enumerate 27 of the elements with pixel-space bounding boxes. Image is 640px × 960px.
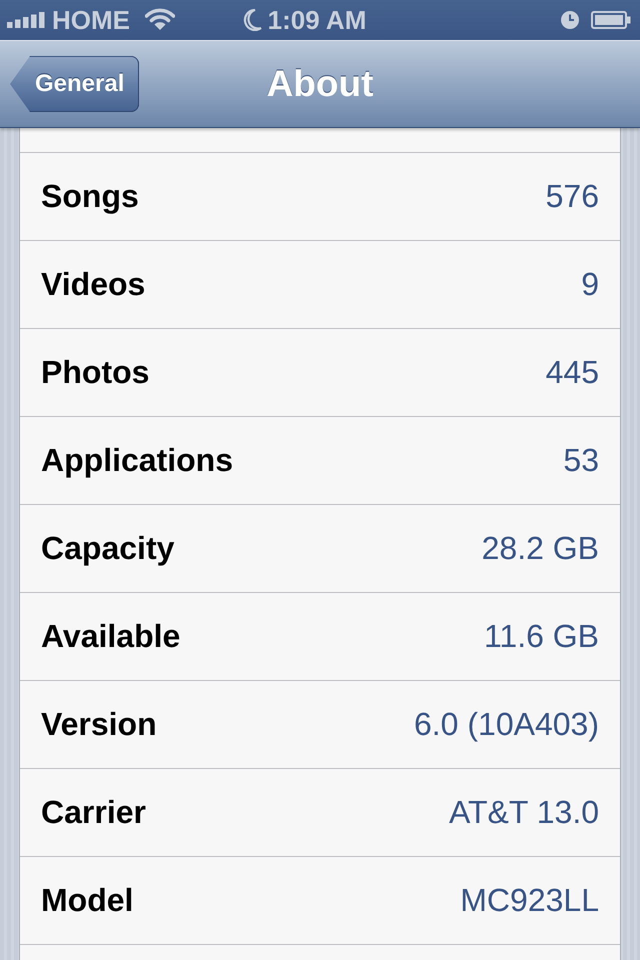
row-label: Videos (41, 266, 146, 303)
row-value: 9 (581, 266, 599, 303)
row-label: Photos (41, 354, 150, 391)
row-value: 11.6 GB (484, 618, 599, 655)
row-label: Applications (41, 442, 234, 479)
row-value: 576 (546, 178, 599, 215)
row-label: Available (41, 618, 180, 655)
row-value: AT&T 13.0 (449, 794, 599, 831)
page-title: About (266, 63, 374, 105)
moon-icon (242, 9, 262, 31)
row-value: 28.2 GB (482, 530, 599, 567)
wifi-icon (145, 8, 175, 30)
row-value: 53 (563, 442, 599, 479)
clock-time: 1:09 AM (268, 5, 366, 35)
battery-icon (591, 11, 631, 29)
back-button[interactable]: General (10, 56, 140, 112)
carrier-name: HOME (52, 5, 130, 35)
signal-bars-icon (7, 12, 45, 28)
row-label: Version (41, 706, 157, 743)
row-label: Capacity (41, 530, 174, 567)
row-label: Carrier (41, 794, 146, 831)
row-value: MC923LL (460, 882, 599, 919)
row-label: Model (41, 882, 134, 919)
row-value: 445 (546, 354, 599, 391)
row-label: Songs (41, 178, 139, 215)
clock-icon (561, 11, 579, 29)
row-value: 6.0 (10A403) (414, 706, 599, 743)
